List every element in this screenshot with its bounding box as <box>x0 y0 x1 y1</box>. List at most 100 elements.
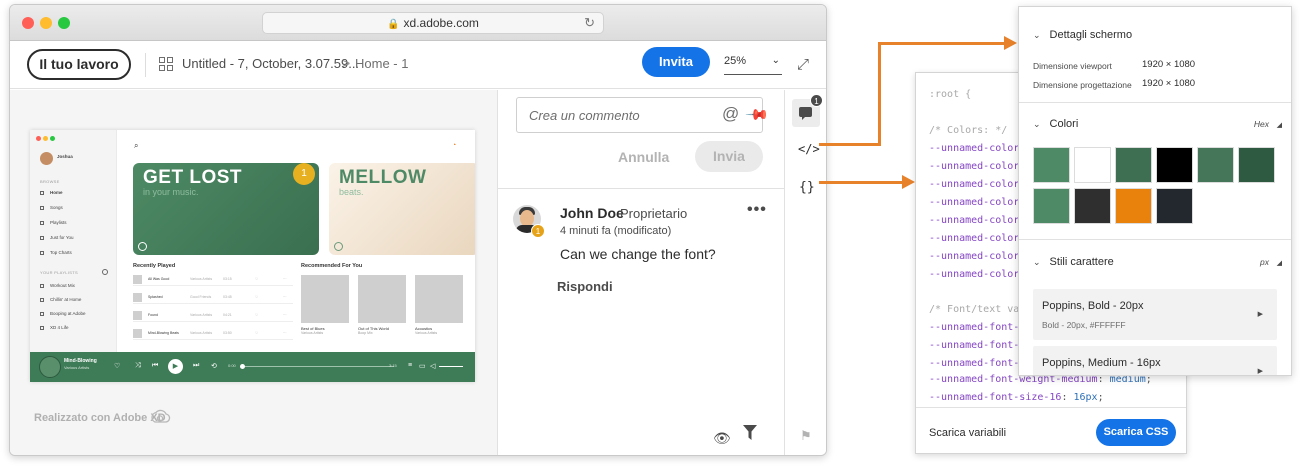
play-icon <box>138 242 147 251</box>
style-name: Poppins, Bold - 20px <box>1042 300 1144 312</box>
code-line: --unnamed-color- <box>929 179 1026 190</box>
flag-icon[interactable]: ⚑ <box>800 428 812 444</box>
progress-knob <box>240 364 245 369</box>
artboard-stage: Joshua BROWSE Home Songs Playlists Just … <box>10 90 497 455</box>
playlists-icon <box>40 221 44 225</box>
pin-icon[interactable]: 📌 <box>744 102 770 128</box>
reload-icon[interactable]: ↻ <box>584 13 595 33</box>
cancel-button[interactable]: Annulla <box>618 149 669 165</box>
track-thumbnail <box>133 329 142 338</box>
device-icon: ▭ <box>419 363 426 370</box>
character-style-card[interactable]: Poppins, Bold - 20px Bold - 20px, #FFFFF… <box>1033 289 1277 340</box>
code-line: --unnamed-font-w <box>929 358 1026 369</box>
zoom-select[interactable]: 25% ⌄ <box>724 55 782 75</box>
color-swatch[interactable] <box>1156 188 1193 224</box>
screen-details-title: Dettagli schermo <box>1049 29 1133 41</box>
breadcrumb-document[interactable]: Untitled - 7, October, 3.07.59... <box>182 56 359 71</box>
color-swatch[interactable] <box>1074 188 1111 224</box>
more-options-icon[interactable]: ••• <box>747 201 767 219</box>
color-swatch[interactable] <box>1156 147 1193 183</box>
chevron-right-icon: ▶ <box>1257 368 1263 375</box>
colors-header[interactable]: ⌄ Colori <box>1033 118 1078 130</box>
elapsed-time: 0:00 <box>228 363 236 368</box>
track-artist: Various Artists <box>190 313 213 317</box>
color-swatch[interactable] <box>1074 147 1111 183</box>
playlist-icon <box>40 298 44 302</box>
color-format-select[interactable]: Hex <box>1254 119 1269 129</box>
arrow-head <box>1004 36 1017 50</box>
comment-input[interactable]: Crea un commento @ 📌 <box>516 97 770 133</box>
comment-number-badge: 1 <box>531 224 545 238</box>
color-swatch[interactable] <box>1238 147 1275 183</box>
volume-icon: ◁ <box>430 363 436 370</box>
comment-pin[interactable]: 1 <box>293 163 315 185</box>
add-playlist-icon <box>102 269 108 275</box>
code-line: --unnamed-font-size-16: 16px; <box>929 392 1104 403</box>
breadcrumb-page: Home - 1 <box>355 56 409 71</box>
more-icon: ··· <box>283 295 287 299</box>
nav-item-songs: Songs <box>50 205 63 210</box>
close-window-button[interactable] <box>22 17 34 29</box>
send-button[interactable]: Invia <box>695 141 763 172</box>
shuffle-icon: ⤨ <box>135 362 141 369</box>
arrow-head <box>902 175 915 189</box>
top-charts-icon <box>40 251 44 255</box>
css-variables-icon[interactable]: {} <box>799 180 815 195</box>
playlist-icon <box>40 312 44 316</box>
character-styles-title: Stili carattere <box>1049 256 1114 268</box>
notification-icon: ◔ <box>452 142 457 149</box>
address-bar[interactable]: 🔒 xd.adobe.com ↻ <box>262 12 604 34</box>
heart-icon: ♡ <box>255 277 259 281</box>
nav-item-just-for-you: Just for You <box>50 235 74 240</box>
color-swatch[interactable] <box>1115 188 1152 224</box>
home-icon <box>40 191 44 195</box>
style-name: Poppins, Medium - 16px <box>1042 357 1161 369</box>
chevron-down-icon: ⌄ <box>1033 30 1041 40</box>
recommended-title: Recommended For You <box>301 263 363 269</box>
design-size-label: Dimensione progettazione <box>1033 80 1132 90</box>
color-swatch[interactable] <box>1033 147 1070 183</box>
your-work-button[interactable]: Il tuo lavoro <box>27 49 131 80</box>
invite-button[interactable]: Invita <box>642 47 710 77</box>
artboard-sidebar: Joshua BROWSE Home Songs Playlists Just … <box>30 130 117 352</box>
unit-select[interactable]: px <box>1260 257 1269 267</box>
character-style-card[interactable]: Poppins, Medium - 16px ▶ <box>1033 346 1277 375</box>
album-tile <box>415 275 463 323</box>
mention-icon[interactable]: @ <box>722 104 739 124</box>
card-title: GET LOST <box>143 167 242 188</box>
grid-view-icon[interactable] <box>159 57 174 72</box>
songs-icon <box>40 206 44 210</box>
download-css-button[interactable]: Scarica CSS <box>1096 419 1176 446</box>
design-size-value: 1920 × 1080 <box>1142 78 1196 89</box>
track-thumbnail <box>133 275 142 284</box>
more-icon: ··· <box>283 331 287 335</box>
play-icon: ▶ <box>168 359 183 374</box>
download-variables-link[interactable]: Scarica variabili <box>929 427 1006 439</box>
recently-played-title: Recently Played <box>133 263 176 269</box>
like-icon: ♡ <box>114 363 121 370</box>
zoom-window-button[interactable] <box>58 17 70 29</box>
fullscreen-icon[interactable]: ⤢ <box>797 56 809 73</box>
track-thumbnail <box>133 293 142 302</box>
caret-icon: ◢ <box>1276 260 1282 267</box>
color-swatch[interactable] <box>1115 147 1152 183</box>
screen-details-header[interactable]: ⌄ Dettagli schermo <box>1033 29 1132 41</box>
color-swatch[interactable] <box>1033 188 1070 224</box>
filter-icon[interactable] <box>743 425 757 440</box>
minimize-window-button[interactable] <box>40 17 52 29</box>
progress-bar <box>242 366 394 368</box>
heart-icon: ♡ <box>255 295 259 299</box>
comment-count-badge: 1 <box>810 94 823 107</box>
zoom-value: 25% <box>724 55 747 67</box>
breadcrumb-separator: > <box>342 55 351 71</box>
character-styles-header[interactable]: ⌄ Stili carattere <box>1033 256 1114 268</box>
reply-button[interactable]: Rispondi <box>557 279 613 294</box>
css-panel-footer: Scarica variabili Scarica CSS <box>916 407 1186 453</box>
mini-minimize-dot <box>43 136 48 141</box>
mini-close-dot <box>36 136 41 141</box>
artboard-preview[interactable]: Joshua BROWSE Home Songs Playlists Just … <box>30 130 475 382</box>
code-icon[interactable]: </> <box>798 142 820 156</box>
eye-icon[interactable]: 👁 <box>713 430 731 447</box>
track-name: Found <box>148 313 158 317</box>
color-swatch[interactable] <box>1197 147 1234 183</box>
